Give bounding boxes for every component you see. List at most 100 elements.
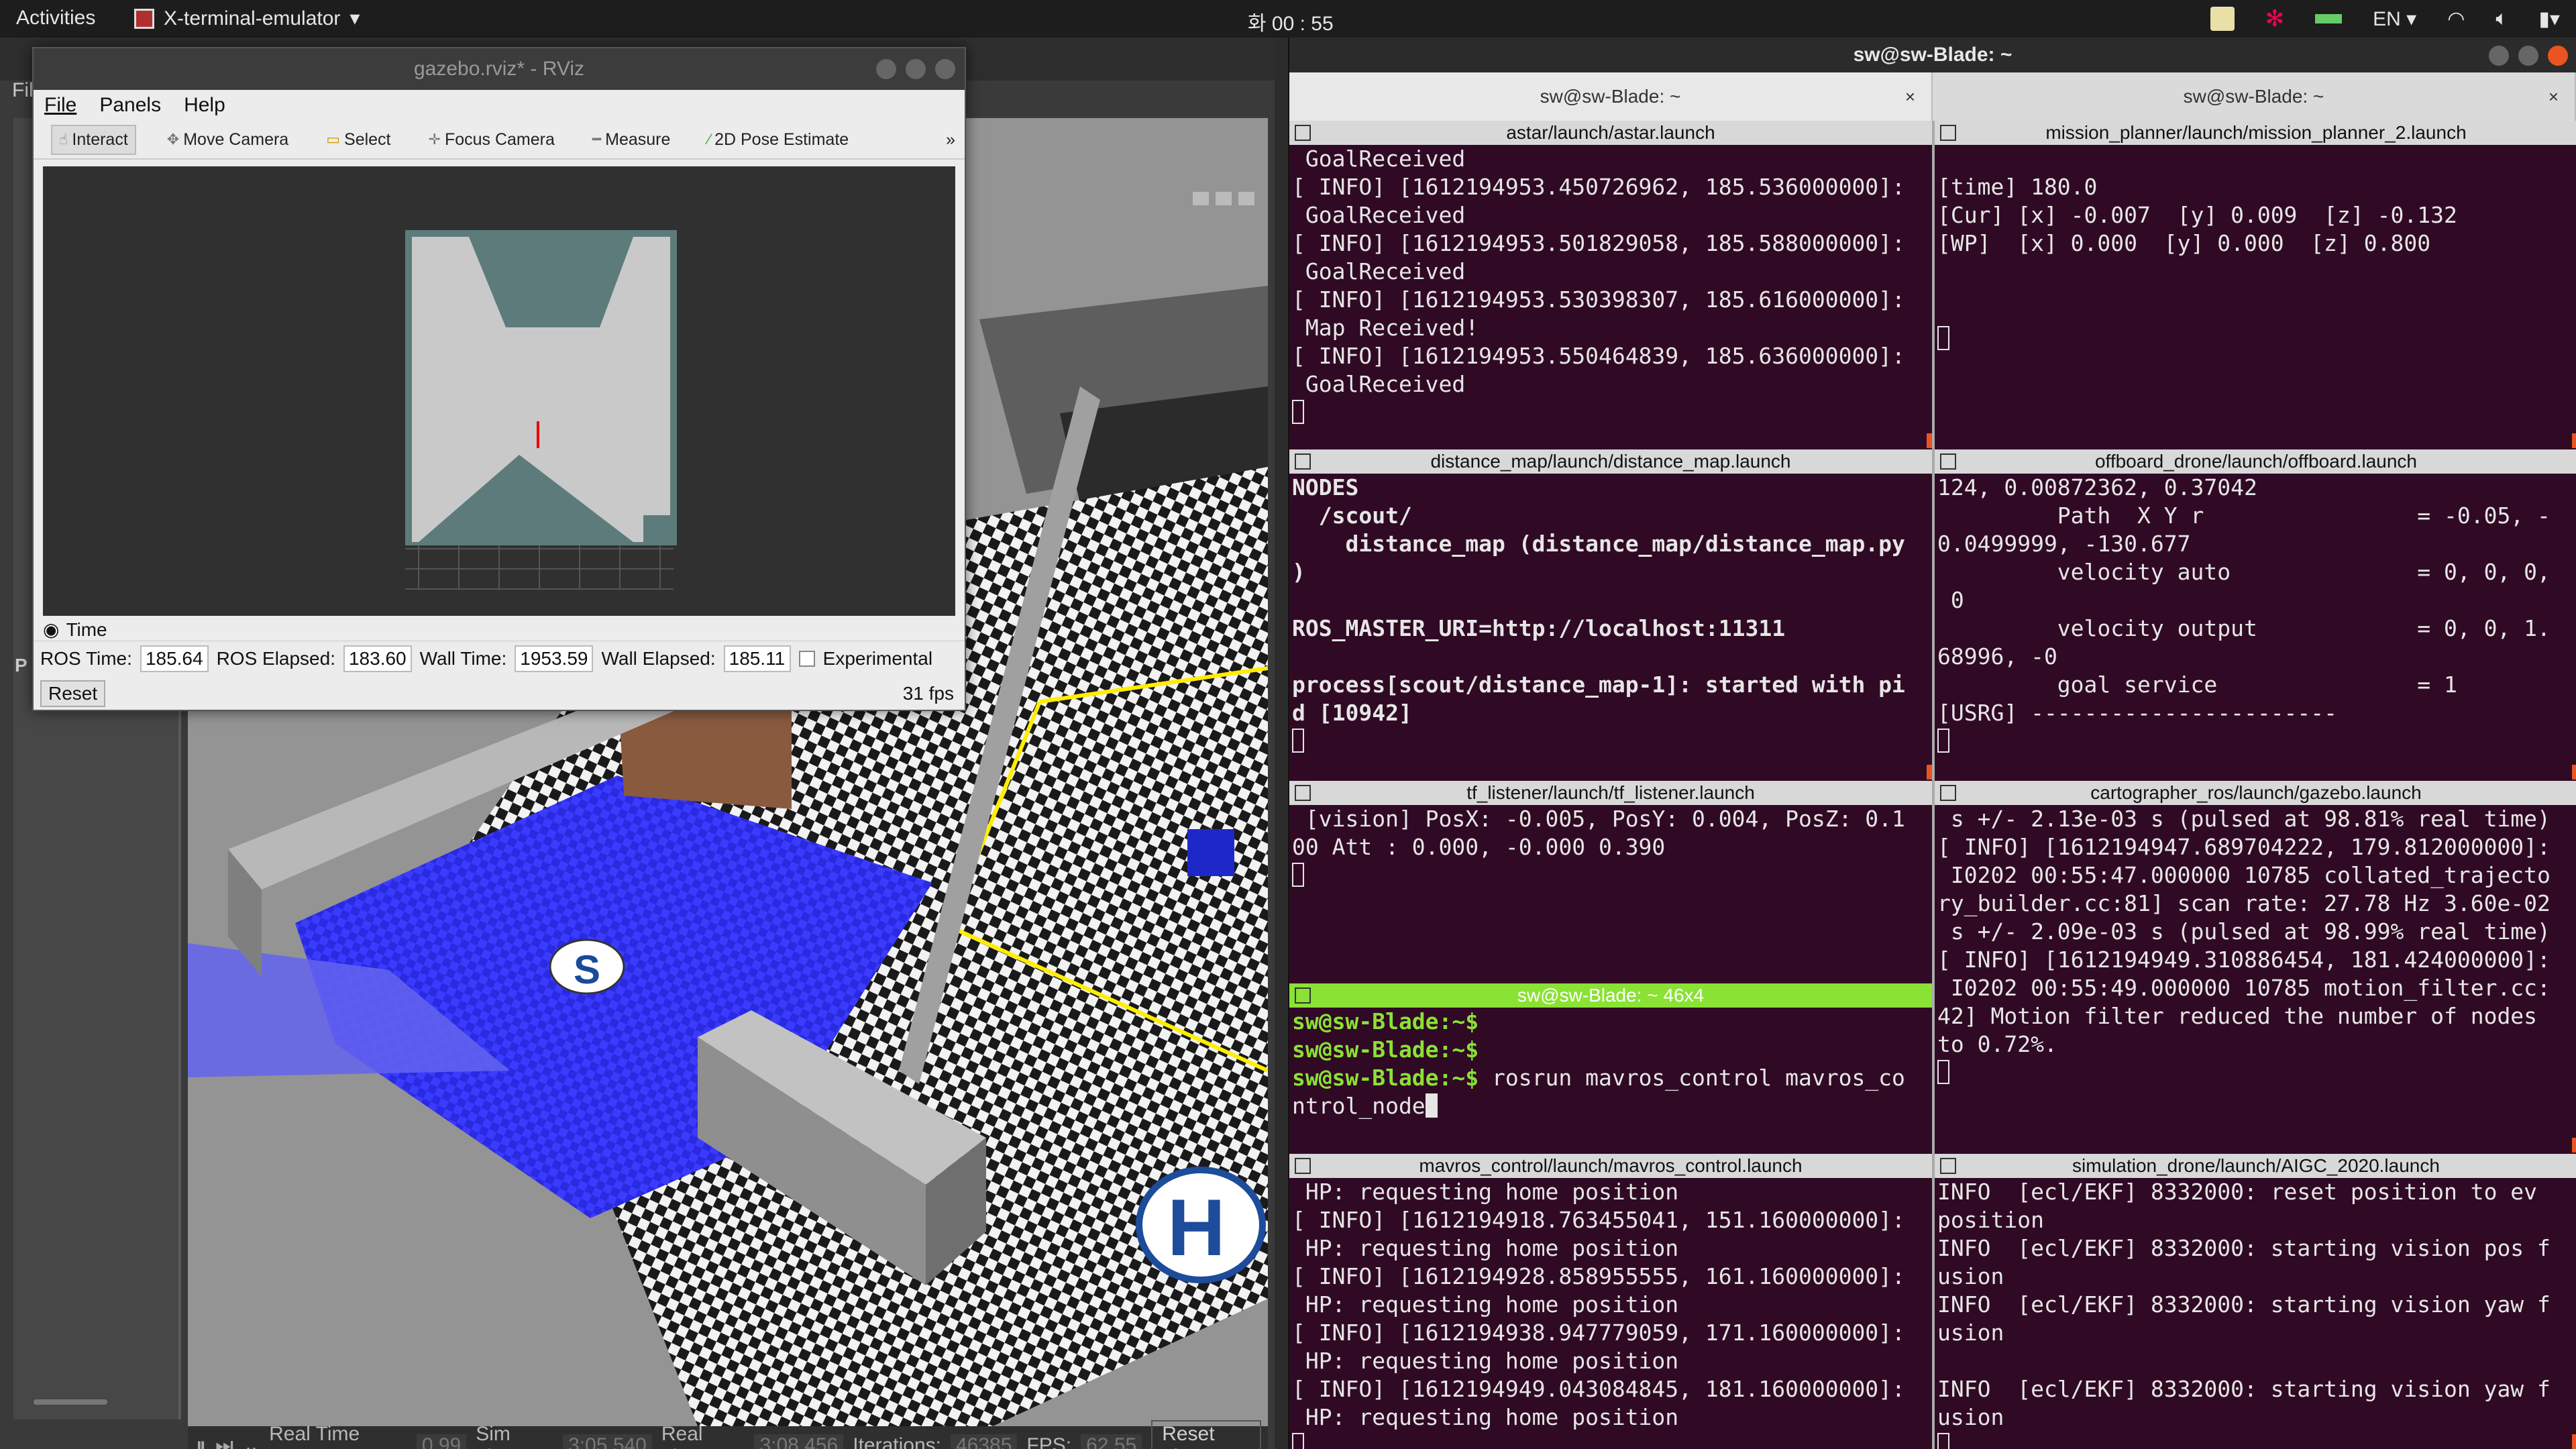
iterations-label: Iterations: [853, 1434, 941, 1449]
clock[interactable]: 화 00 : 55 [1248, 7, 1334, 36]
top-bar: Activities X-terminal-emulator ▾ 화 00 : … [0, 0, 2576, 38]
shell-output[interactable]: sw@sw-Blade:~$ sw@sw-Blade:~$ sw@sw-Blad… [1289, 1008, 1932, 1120]
app-menu[interactable]: X-terminal-emulator ▾ [134, 7, 360, 30]
tool-select[interactable]: ▭ Select [319, 126, 397, 154]
grid-menu-icon[interactable] [1295, 785, 1311, 801]
gazebo-file-menu[interactable]: Fil [12, 79, 34, 102]
pane-title: distance_map/launch/distance_map.launch [1430, 451, 1791, 472]
menu-panels[interactable]: Panels [99, 94, 161, 117]
grid-menu-icon[interactable] [1940, 453, 1956, 470]
pane-output: GoalReceived [ INFO] [1612194953.4507269… [1292, 146, 1905, 397]
pane-header: distance_map/launch/distance_map.launch [1289, 449, 1932, 474]
scroll-marker [1927, 433, 1932, 448]
toolbar-overflow-icon[interactable]: » [946, 130, 955, 150]
maximize-icon[interactable] [906, 59, 926, 79]
language-indicator[interactable]: EN ▾ [2373, 7, 2416, 31]
terminal-title: sw@sw-Blade: ~ [1853, 44, 2012, 66]
pane-mission-planner[interactable]: mission_planner/launch/mission_planner_2… [1935, 121, 2576, 448]
pane-mavros-control[interactable]: mavros_control/launch/mavros_control.lau… [1289, 1154, 1932, 1449]
pane-title: mavros_control/launch/mavros_control.lau… [1419, 1155, 1803, 1176]
tab-label: sw@sw-Blade: ~ [2183, 86, 2324, 107]
rviz-titlebar[interactable]: gazebo.rviz* - RViz [34, 48, 965, 90]
gpu-icon[interactable] [2315, 14, 2343, 23]
pane-title: cartographer_ros/launch/gazebo.launch [2090, 782, 2422, 803]
cursor [1937, 1060, 1949, 1084]
pause-icon[interactable]: ⏸ [196, 1434, 206, 1449]
panel-scrollbar[interactable] [34, 1399, 107, 1405]
tool-move-camera-label: Move Camera [183, 129, 289, 149]
menu-file[interactable]: File [44, 94, 76, 117]
close-icon[interactable] [2548, 46, 2568, 66]
close-tab-icon[interactable]: × [2548, 72, 2559, 121]
experimental-checkbox[interactable] [798, 651, 815, 667]
camera-icon[interactable] [1193, 192, 1209, 205]
battery-icon[interactable]: ▮▾ [2538, 7, 2560, 31]
activities-button[interactable]: Activities [16, 7, 95, 30]
rviz-menubar: File Panels Help [34, 90, 965, 121]
rviz-3d-view[interactable] [43, 166, 955, 616]
step-icon[interactable]: ⏭ [215, 1434, 233, 1449]
pane-header: sw@sw-Blade: ~ 46x4 [1289, 983, 1932, 1008]
close-tab-icon[interactable]: × [1905, 72, 1915, 121]
minimize-icon[interactable] [876, 59, 896, 79]
pane-cursor [1289, 861, 1932, 890]
grid-menu-icon[interactable] [1940, 785, 1956, 801]
cursor [1937, 729, 1949, 753]
grid-menu-icon[interactable] [1295, 987, 1311, 1004]
panel-collapse-icon[interactable]: ◉ [43, 619, 59, 641]
pane-shell[interactable]: sw@sw-Blade: ~ 46x4 sw@sw-Blade:~$ sw@sw… [1289, 983, 1932, 1152]
tool-move-camera[interactable]: ✥ Move Camera [160, 126, 295, 154]
ros-time-field[interactable]: 185.64 [140, 645, 209, 672]
tool-focus-camera[interactable]: ✛ Focus Camera [422, 126, 561, 154]
pane-output: s +/- 2.13e-03 s (pulsed at 98.81% real … [1937, 806, 2551, 1057]
reset-button[interactable]: Reset [40, 680, 106, 707]
weather-icon[interactable] [2210, 7, 2235, 31]
pane-output: HP: requesting home position [ INFO] [16… [1292, 1179, 1905, 1430]
scroll-marker [2572, 433, 2576, 448]
maximize-icon[interactable] [2518, 46, 2538, 66]
volume-icon[interactable]: 🔈︎ [2496, 7, 2508, 30]
pane-cursor [1289, 1432, 1932, 1449]
ros-elapsed-field[interactable]: 183.60 [343, 645, 412, 672]
pane-cursor [1289, 398, 1932, 427]
tool-2d-pose-estimate[interactable]: ⁄ 2D Pose Estimate [701, 126, 855, 154]
menu-help[interactable]: Help [184, 94, 225, 117]
ros-time-label: ROS Time: [40, 648, 132, 669]
wall-time-field[interactable]: 1953.59 [515, 645, 594, 672]
cursor [1292, 1433, 1304, 1449]
minimize-icon[interactable] [2489, 46, 2509, 66]
pane-offboard[interactable]: offboard_drone/launch/offboard.launch 12… [1935, 449, 2576, 780]
grid-menu-icon[interactable] [1295, 1158, 1311, 1174]
pane-distance-map[interactable]: distance_map/launch/distance_map.launch … [1289, 449, 1932, 780]
pane-cartographer[interactable]: cartographer_ros/launch/gazebo.launch s … [1935, 781, 2576, 1152]
app-menu-label: X-terminal-emulator [164, 7, 341, 30]
tool-interact[interactable]: ☝ Interact [51, 124, 136, 155]
pane-simulation-drone[interactable]: simulation_drone/launch/AIGC_2020.launch… [1935, 1154, 2576, 1449]
pane-astar[interactable]: astar/launch/astar.launch GoalReceived [… [1289, 121, 1932, 448]
pane-tf-listener[interactable]: tf_listener/launch/tf_listener.launch [v… [1289, 781, 1932, 982]
rviz-fps: 31 fps [902, 683, 954, 704]
pose-arrow-icon: ⁄ [708, 131, 711, 148]
time-panel-title: Time [66, 619, 107, 640]
grid-menu-icon[interactable] [1940, 1158, 1956, 1174]
terminal-tab-2[interactable]: sw@sw-Blade: ~ × [1933, 72, 2576, 121]
slack-icon[interactable]: ✻ [2265, 5, 2285, 32]
grid-menu-icon[interactable] [1295, 125, 1311, 141]
close-icon[interactable] [935, 59, 955, 79]
record-icon[interactable] [1238, 192, 1254, 205]
sim-time-value: 3:05.540 [563, 1434, 652, 1449]
wall-elapsed-field[interactable]: 185.11 [723, 645, 791, 672]
pane-output: NODES /scout/ distance_map (distance_map… [1292, 474, 1905, 726]
wifi-icon[interactable]: ◠ [2447, 7, 2465, 31]
grid-menu-icon[interactable] [1295, 453, 1311, 470]
grid-menu-icon[interactable] [1940, 125, 1956, 141]
command-line-2: ntrol_node [1292, 1093, 1426, 1119]
pane-title: sw@sw-Blade: ~ 46x4 [1517, 985, 1705, 1006]
tool-measure[interactable]: ━ Measure [586, 126, 678, 154]
screenshot-icon[interactable] [1216, 192, 1232, 205]
real-time-label: Real Time: [661, 1423, 711, 1449]
terminal-titlebar[interactable]: sw@sw-Blade: ~ [1289, 38, 2576, 72]
terminal-tab-1[interactable]: sw@sw-Blade: ~ × [1289, 72, 1933, 121]
reset-time-button[interactable]: Reset Time [1151, 1420, 1262, 1449]
pane-header: tf_listener/launch/tf_listener.launch [1289, 781, 1932, 805]
